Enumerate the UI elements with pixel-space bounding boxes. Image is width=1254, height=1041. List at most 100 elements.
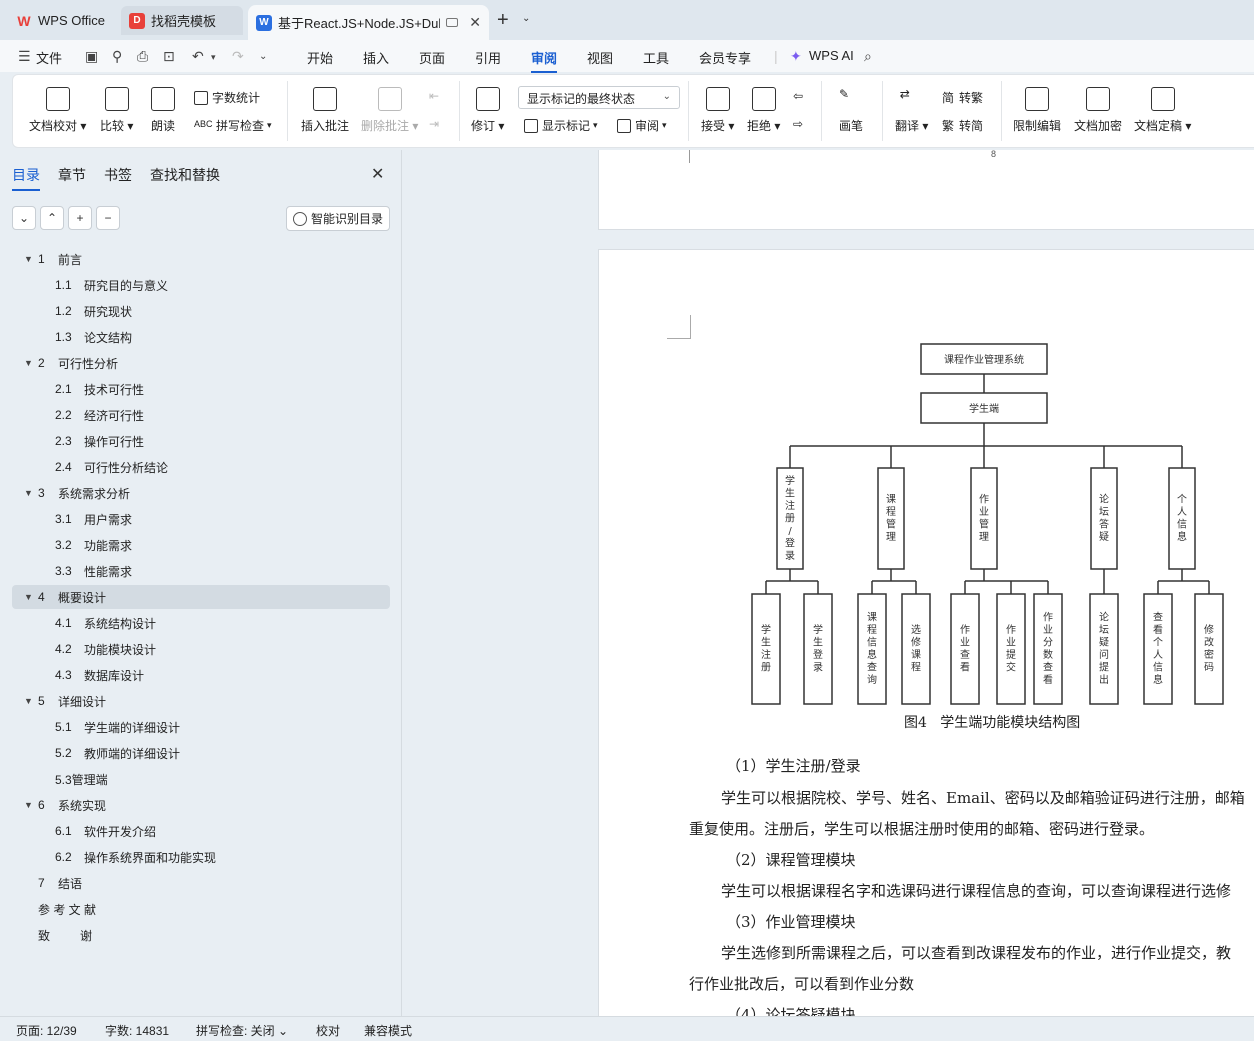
toc-item[interactable]: 4.2 功能模块设计: [55, 638, 156, 660]
tab-chapter[interactable]: 章节: [58, 165, 86, 185]
toc-item[interactable]: 参 考 文 献: [24, 898, 96, 920]
link-icon[interactable]: ⚲: [112, 48, 122, 65]
menu-start[interactable]: 开始: [307, 48, 333, 67]
toc-item[interactable]: 2.1 技术可行性: [55, 378, 144, 400]
toc-item[interactable]: 6.2 操作系统界面和功能实现: [55, 846, 216, 868]
accept-button[interactable]: 接受 ▾: [701, 87, 734, 134]
toc-item[interactable]: 2.2 经济可行性: [55, 404, 144, 426]
next-change-icon[interactable]: ⇨: [793, 117, 803, 131]
toc-item[interactable]: 5.2 教师端的详细设计: [55, 742, 180, 764]
chevron-down-icon[interactable]: ⌄: [522, 13, 530, 24]
hamburger-icon[interactable]: ☰: [18, 48, 31, 65]
spell-check-button[interactable]: ABC 拼写检查 ▾: [194, 117, 272, 134]
encrypt-button[interactable]: 文档加密: [1074, 87, 1122, 134]
document-area[interactable]: 8 课程作业管理系统 学生端 学生注册/登录 学生注册 学生登录 课程管理 课程信息查询 选修…: [403, 150, 1254, 1016]
caret-down-icon[interactable]: ▼: [24, 358, 38, 368]
to-simplified-button[interactable]: 繁 转简: [942, 117, 983, 134]
revise-button[interactable]: 修订 ▾: [471, 87, 504, 134]
add-icon[interactable]: +: [68, 206, 92, 230]
doc-check-button[interactable]: 文档校对 ▾: [29, 87, 86, 134]
toc-item[interactable]: 3.2 功能需求: [55, 534, 132, 556]
more-icon[interactable]: ⌄: [259, 51, 267, 62]
reject-button[interactable]: 拒绝 ▾: [747, 87, 780, 134]
toc-item-title: 致 谢: [38, 928, 93, 943]
expand-icon[interactable]: ⌄: [12, 206, 36, 230]
word-count-button[interactable]: 字数统计: [194, 89, 260, 106]
menu-insert[interactable]: 插入: [363, 48, 389, 67]
toc-item[interactable]: 4.3 数据库设计: [55, 664, 144, 686]
menu-view[interactable]: 视图: [587, 48, 613, 67]
pen-button[interactable]: ✎ 画笔: [839, 87, 863, 134]
toc-item[interactable]: ▼ 3 系统需求分析: [24, 482, 130, 504]
markup-state-select[interactable]: 显示标记的最终状态 ⌄: [518, 86, 680, 109]
toc-item[interactable]: 1.3 论文结构: [55, 326, 132, 348]
menu-page[interactable]: 页面: [419, 48, 445, 67]
search-icon[interactable]: ⌕: [864, 48, 872, 65]
print-preview-icon[interactable]: ⊡: [163, 48, 175, 65]
caret-down-icon[interactable]: ▼: [24, 488, 38, 498]
tab-document[interactable]: W 基于React.JS+Node.JS+Dub ✕: [248, 5, 489, 40]
minus-icon[interactable]: −: [96, 206, 120, 230]
menu-tools[interactable]: 工具: [643, 48, 669, 67]
spell-check-status[interactable]: 拼写检查: 关闭 ⌄: [196, 1022, 288, 1039]
read-aloud-button[interactable]: 朗读: [151, 87, 175, 134]
collapse-icon[interactable]: ⌃: [40, 206, 64, 230]
undo-icon[interactable]: ↶: [192, 48, 204, 65]
save-icon[interactable]: ▣: [85, 48, 98, 65]
encrypt-doc-icon: [1086, 87, 1110, 111]
tab-find-replace[interactable]: 查找和替换: [150, 165, 220, 185]
close-icon[interactable]: ✕: [469, 14, 481, 31]
close-icon[interactable]: ✕: [371, 164, 384, 184]
word-count[interactable]: 字数: 14831: [105, 1022, 169, 1039]
insert-comment-button[interactable]: 插入批注: [301, 87, 349, 134]
translate-button[interactable]: ⇄ 翻译 ▾: [895, 87, 928, 134]
toc-item[interactable]: 3.3 性能需求: [55, 560, 132, 582]
tab-toc[interactable]: 目录: [12, 165, 40, 191]
toc-item[interactable]: 1.1 研究目的与意义: [55, 274, 168, 296]
tab-wps-office[interactable]: W WPS Office: [8, 6, 116, 35]
toc-item[interactable]: ▼ 1 前言: [24, 248, 82, 270]
tab-bookmark[interactable]: 书签: [104, 165, 132, 185]
caret-down-icon[interactable]: ▼: [24, 254, 38, 264]
toc-item[interactable]: 2.3 操作可行性: [55, 430, 144, 452]
toc-item[interactable]: 2.4 可行性分析结论: [55, 456, 168, 478]
toc-item[interactable]: 6.1 软件开发介绍: [55, 820, 156, 842]
proof-button[interactable]: 校对: [316, 1022, 340, 1039]
smart-toc-button[interactable]: 智能识别目录: [286, 206, 390, 231]
to-traditional-button[interactable]: 简 转繁: [942, 89, 983, 106]
doc-check-icon: [45, 87, 70, 111]
compare-button[interactable]: 比较 ▾: [100, 87, 133, 134]
toc-item[interactable]: 1.2 研究现状: [55, 300, 132, 322]
prev-change-icon[interactable]: ⇦: [793, 89, 803, 103]
restrict-edit-button[interactable]: 限制编辑: [1013, 87, 1061, 134]
toc-item[interactable]: ▼ 6 系统实现: [24, 794, 106, 816]
menu-wps-ai[interactable]: WPS AI: [809, 48, 854, 63]
print-icon[interactable]: ⎙: [137, 48, 148, 65]
reject-label: 拒绝: [747, 119, 772, 133]
toc-item[interactable]: 4.1 系统结构设计: [55, 612, 156, 634]
monitor-icon[interactable]: [446, 18, 458, 27]
toc-item[interactable]: 7 结语: [24, 872, 82, 894]
tab-docer[interactable]: D 找稻壳模板: [121, 6, 243, 35]
caret-down-icon[interactable]: ▼: [24, 800, 38, 810]
show-markup-button[interactable]: 显示标记 ▾: [524, 117, 598, 134]
menu-review[interactable]: 审阅: [531, 48, 558, 73]
toc-item[interactable]: ▼ 2 可行性分析: [24, 352, 118, 374]
review-pane-button[interactable]: 审阅 ▾: [617, 117, 667, 134]
menu-reference[interactable]: 引用: [475, 48, 501, 67]
toc-item[interactable]: 3.1 用户需求: [55, 508, 132, 530]
toc-item[interactable]: ▼ 4 概要设计: [24, 586, 106, 608]
caret-down-icon[interactable]: ▼: [24, 592, 38, 602]
undo-dropdown-icon[interactable]: ▾: [211, 52, 216, 63]
toc-item[interactable]: ▼ 5 详细设计: [24, 690, 106, 712]
caret-down-icon[interactable]: ▼: [24, 696, 38, 706]
page-indicator[interactable]: 页面: 12/39: [16, 1022, 77, 1039]
new-tab-button[interactable]: +: [497, 9, 509, 32]
toc-item[interactable]: 5.3管理端: [55, 768, 108, 790]
menu-member[interactable]: 会员专享: [699, 48, 751, 67]
toc-item[interactable]: 5.1 学生端的详细设计: [55, 716, 180, 738]
finalize-button[interactable]: 文档定稿 ▾: [1134, 87, 1191, 134]
toc-item[interactable]: 致 谢: [24, 924, 92, 946]
menu-file[interactable]: 文件: [36, 48, 62, 67]
spell-status-label: 拼写检查: 关闭: [196, 1024, 275, 1038]
